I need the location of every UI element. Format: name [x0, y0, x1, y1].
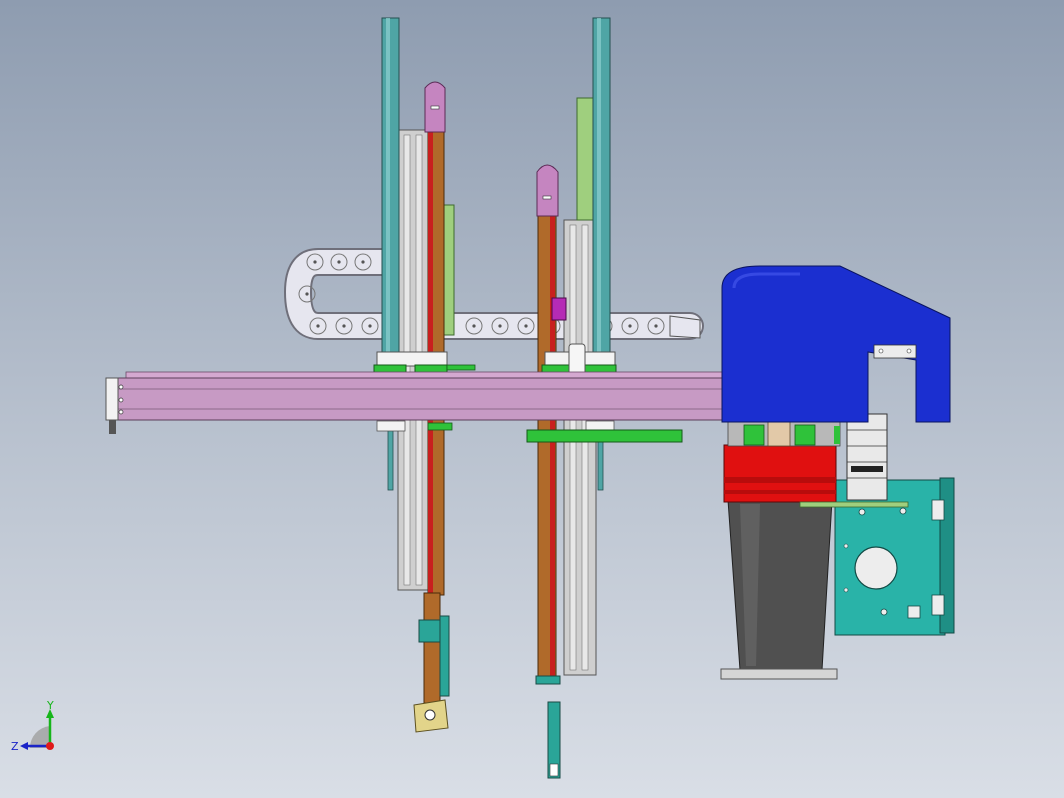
y-axis-label: Y — [46, 699, 54, 712]
drag-chain-pin — [313, 260, 317, 264]
drag-chain-pin — [361, 260, 365, 264]
sensor-stack — [846, 413, 888, 501]
drag-chain-pin — [368, 324, 372, 328]
tool-block-left — [418, 619, 444, 643]
z-axis-arrowhead — [20, 742, 28, 750]
base-plate — [720, 668, 838, 680]
cad-viewport[interactable]: Y Z — [0, 0, 1064, 798]
drag-chain-pin — [524, 324, 528, 328]
slide-guide-right — [563, 219, 597, 676]
triad-origin — [46, 742, 54, 750]
drag-chain-pin — [342, 324, 346, 328]
drag-chain-pin — [316, 324, 320, 328]
drag-chain-pin — [628, 324, 632, 328]
gripper-head — [721, 265, 951, 423]
beam-profile — [112, 377, 729, 421]
drag-chain-pin — [654, 324, 658, 328]
coordinate-triad: Y Z — [11, 699, 54, 753]
motor-housing — [720, 499, 838, 680]
drag-chain-pin — [472, 324, 476, 328]
mounting-plate — [834, 477, 955, 636]
drag-chain-pin — [305, 292, 309, 296]
sensor-magenta — [551, 297, 567, 321]
drag-chain-pin — [337, 260, 341, 264]
carriage-left — [373, 351, 476, 376]
motor-bore — [854, 546, 898, 590]
z-axis-label: Z — [11, 740, 19, 753]
slide-cap-right — [536, 164, 559, 217]
guide-block-right — [576, 97, 594, 221]
drag-chain-end — [669, 315, 701, 339]
cable-drag-chain — [283, 248, 704, 340]
beam-end-cap — [105, 377, 119, 421]
green-bar — [526, 429, 683, 443]
rail-red-right — [550, 215, 555, 677]
tool-rod-left — [423, 592, 441, 704]
drag-chain-pin — [498, 324, 502, 328]
